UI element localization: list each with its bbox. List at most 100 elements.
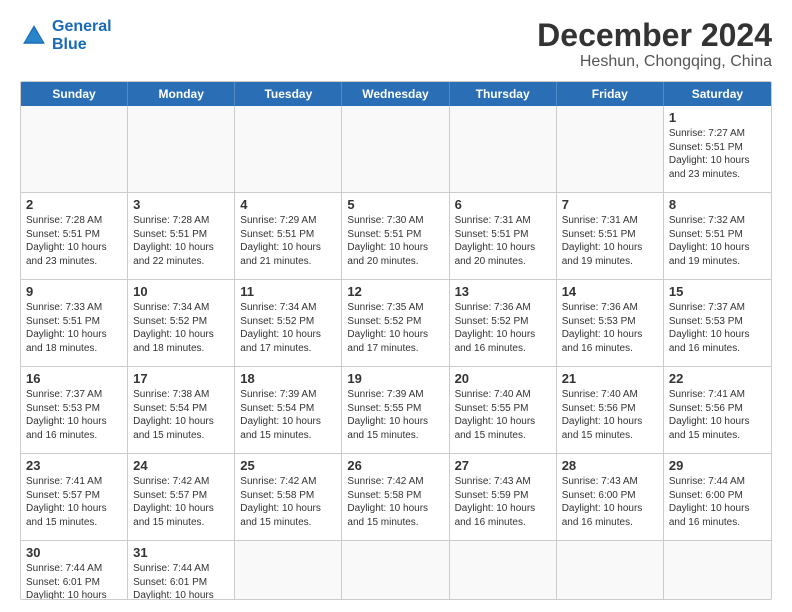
- cell-content: Sunrise: 7:39 AMSunset: 5:54 PMDaylight:…: [240, 388, 336, 442]
- cell-content: Sunrise: 7:44 AMSunset: 6:01 PMDaylight:…: [133, 562, 229, 600]
- cell-dec-31: 31 Sunrise: 7:44 AMSunset: 6:01 PMDaylig…: [128, 541, 235, 600]
- day-number: 7: [562, 197, 658, 212]
- day-number: 14: [562, 284, 658, 299]
- day-number: 15: [669, 284, 766, 299]
- day-number: 27: [455, 458, 551, 473]
- cell-empty-5: [450, 106, 557, 192]
- cell-empty-w6-7: [664, 541, 771, 600]
- day-number: 3: [133, 197, 229, 212]
- cell-dec-1: 1 Sunrise: 7:27 AMSunset: 5:51 PMDayligh…: [664, 106, 771, 192]
- cell-content: Sunrise: 7:43 AMSunset: 5:59 PMDaylight:…: [455, 475, 551, 529]
- day-number: 5: [347, 197, 443, 212]
- cell-dec-12: 12 Sunrise: 7:35 AMSunset: 5:52 PMDaylig…: [342, 280, 449, 366]
- cell-content: Sunrise: 7:44 AMSunset: 6:00 PMDaylight:…: [669, 475, 766, 529]
- cell-content: Sunrise: 7:42 AMSunset: 5:58 PMDaylight:…: [347, 475, 443, 529]
- day-number: 17: [133, 371, 229, 386]
- cell-dec-17: 17 Sunrise: 7:38 AMSunset: 5:54 PMDaylig…: [128, 367, 235, 453]
- header-friday: Friday: [557, 82, 664, 106]
- day-number: 21: [562, 371, 658, 386]
- day-number: 13: [455, 284, 551, 299]
- subtitle: Heshun, Chongqing, China: [537, 53, 772, 71]
- cell-dec-7: 7 Sunrise: 7:31 AMSunset: 5:51 PMDayligh…: [557, 193, 664, 279]
- cell-dec-29: 29 Sunrise: 7:44 AMSunset: 6:00 PMDaylig…: [664, 454, 771, 540]
- cell-content: Sunrise: 7:38 AMSunset: 5:54 PMDaylight:…: [133, 388, 229, 442]
- cell-empty-2: [128, 106, 235, 192]
- cell-empty-6: [557, 106, 664, 192]
- day-number: 29: [669, 458, 766, 473]
- calendar: Sunday Monday Tuesday Wednesday Thursday…: [20, 81, 772, 600]
- cell-dec-23: 23 Sunrise: 7:41 AMSunset: 5:57 PMDaylig…: [21, 454, 128, 540]
- cell-dec-21: 21 Sunrise: 7:40 AMSunset: 5:56 PMDaylig…: [557, 367, 664, 453]
- header-wednesday: Wednesday: [342, 82, 449, 106]
- cell-dec-13: 13 Sunrise: 7:36 AMSunset: 5:52 PMDaylig…: [450, 280, 557, 366]
- cell-dec-27: 27 Sunrise: 7:43 AMSunset: 5:59 PMDaylig…: [450, 454, 557, 540]
- cell-content: Sunrise: 7:28 AMSunset: 5:51 PMDaylight:…: [26, 214, 122, 268]
- cell-empty-w6-3: [235, 541, 342, 600]
- calendar-body: 1 Sunrise: 7:27 AMSunset: 5:51 PMDayligh…: [21, 106, 771, 600]
- cell-dec-3: 3 Sunrise: 7:28 AMSunset: 5:51 PMDayligh…: [128, 193, 235, 279]
- day-number: 4: [240, 197, 336, 212]
- cell-empty-w6-6: [557, 541, 664, 600]
- day-number: 24: [133, 458, 229, 473]
- header-monday: Monday: [128, 82, 235, 106]
- cell-content: Sunrise: 7:40 AMSunset: 5:55 PMDaylight:…: [455, 388, 551, 442]
- day-number: 22: [669, 371, 766, 386]
- cell-content: Sunrise: 7:31 AMSunset: 5:51 PMDaylight:…: [455, 214, 551, 268]
- day-number: 16: [26, 371, 122, 386]
- cell-dec-8: 8 Sunrise: 7:32 AMSunset: 5:51 PMDayligh…: [664, 193, 771, 279]
- day-number: 20: [455, 371, 551, 386]
- logo: General Blue: [20, 18, 112, 53]
- day-number: 28: [562, 458, 658, 473]
- header: General Blue December 2024 Heshun, Chong…: [20, 18, 772, 71]
- logo-icon: [20, 22, 48, 50]
- cell-empty-w6-4: [342, 541, 449, 600]
- cell-dec-19: 19 Sunrise: 7:39 AMSunset: 5:55 PMDaylig…: [342, 367, 449, 453]
- cell-dec-25: 25 Sunrise: 7:42 AMSunset: 5:58 PMDaylig…: [235, 454, 342, 540]
- cell-empty-1: [21, 106, 128, 192]
- week-4: 16 Sunrise: 7:37 AMSunset: 5:53 PMDaylig…: [21, 366, 771, 453]
- day-number: 30: [26, 545, 122, 560]
- day-number: 25: [240, 458, 336, 473]
- cell-empty-4: [342, 106, 449, 192]
- cell-dec-15: 15 Sunrise: 7:37 AMSunset: 5:53 PMDaylig…: [664, 280, 771, 366]
- cell-content: Sunrise: 7:42 AMSunset: 5:57 PMDaylight:…: [133, 475, 229, 529]
- title-block: December 2024 Heshun, Chongqing, China: [537, 18, 772, 71]
- day-number: 23: [26, 458, 122, 473]
- cell-dec-30: 30 Sunrise: 7:44 AMSunset: 6:01 PMDaylig…: [21, 541, 128, 600]
- header-sunday: Sunday: [21, 82, 128, 106]
- cell-dec-20: 20 Sunrise: 7:40 AMSunset: 5:55 PMDaylig…: [450, 367, 557, 453]
- day-number: 12: [347, 284, 443, 299]
- cell-content: Sunrise: 7:41 AMSunset: 5:56 PMDaylight:…: [669, 388, 766, 442]
- cell-dec-11: 11 Sunrise: 7:34 AMSunset: 5:52 PMDaylig…: [235, 280, 342, 366]
- cell-dec-24: 24 Sunrise: 7:42 AMSunset: 5:57 PMDaylig…: [128, 454, 235, 540]
- day-number: 9: [26, 284, 122, 299]
- cell-dec-16: 16 Sunrise: 7:37 AMSunset: 5:53 PMDaylig…: [21, 367, 128, 453]
- cell-content: Sunrise: 7:35 AMSunset: 5:52 PMDaylight:…: [347, 301, 443, 355]
- cell-empty-w6-5: [450, 541, 557, 600]
- day-number: 8: [669, 197, 766, 212]
- logo-text: General Blue: [52, 18, 112, 53]
- day-number: 2: [26, 197, 122, 212]
- cell-dec-10: 10 Sunrise: 7:34 AMSunset: 5:52 PMDaylig…: [128, 280, 235, 366]
- cell-content: Sunrise: 7:43 AMSunset: 6:00 PMDaylight:…: [562, 475, 658, 529]
- day-number: 18: [240, 371, 336, 386]
- week-2: 2 Sunrise: 7:28 AMSunset: 5:51 PMDayligh…: [21, 192, 771, 279]
- cell-dec-28: 28 Sunrise: 7:43 AMSunset: 6:00 PMDaylig…: [557, 454, 664, 540]
- cell-content: Sunrise: 7:44 AMSunset: 6:01 PMDaylight:…: [26, 562, 122, 600]
- cell-dec-5: 5 Sunrise: 7:30 AMSunset: 5:51 PMDayligh…: [342, 193, 449, 279]
- header-thursday: Thursday: [450, 82, 557, 106]
- cell-content: Sunrise: 7:41 AMSunset: 5:57 PMDaylight:…: [26, 475, 122, 529]
- cell-dec-9: 9 Sunrise: 7:33 AMSunset: 5:51 PMDayligh…: [21, 280, 128, 366]
- week-5: 23 Sunrise: 7:41 AMSunset: 5:57 PMDaylig…: [21, 453, 771, 540]
- cell-content: Sunrise: 7:30 AMSunset: 5:51 PMDaylight:…: [347, 214, 443, 268]
- main-title: December 2024: [537, 18, 772, 53]
- cell-content: Sunrise: 7:31 AMSunset: 5:51 PMDaylight:…: [562, 214, 658, 268]
- day-number: 26: [347, 458, 443, 473]
- cell-dec-2: 2 Sunrise: 7:28 AMSunset: 5:51 PMDayligh…: [21, 193, 128, 279]
- day-number: 6: [455, 197, 551, 212]
- day-number: 11: [240, 284, 336, 299]
- day-number: 1: [669, 110, 766, 125]
- cell-dec-26: 26 Sunrise: 7:42 AMSunset: 5:58 PMDaylig…: [342, 454, 449, 540]
- cell-content: Sunrise: 7:36 AMSunset: 5:52 PMDaylight:…: [455, 301, 551, 355]
- cell-content: Sunrise: 7:39 AMSunset: 5:55 PMDaylight:…: [347, 388, 443, 442]
